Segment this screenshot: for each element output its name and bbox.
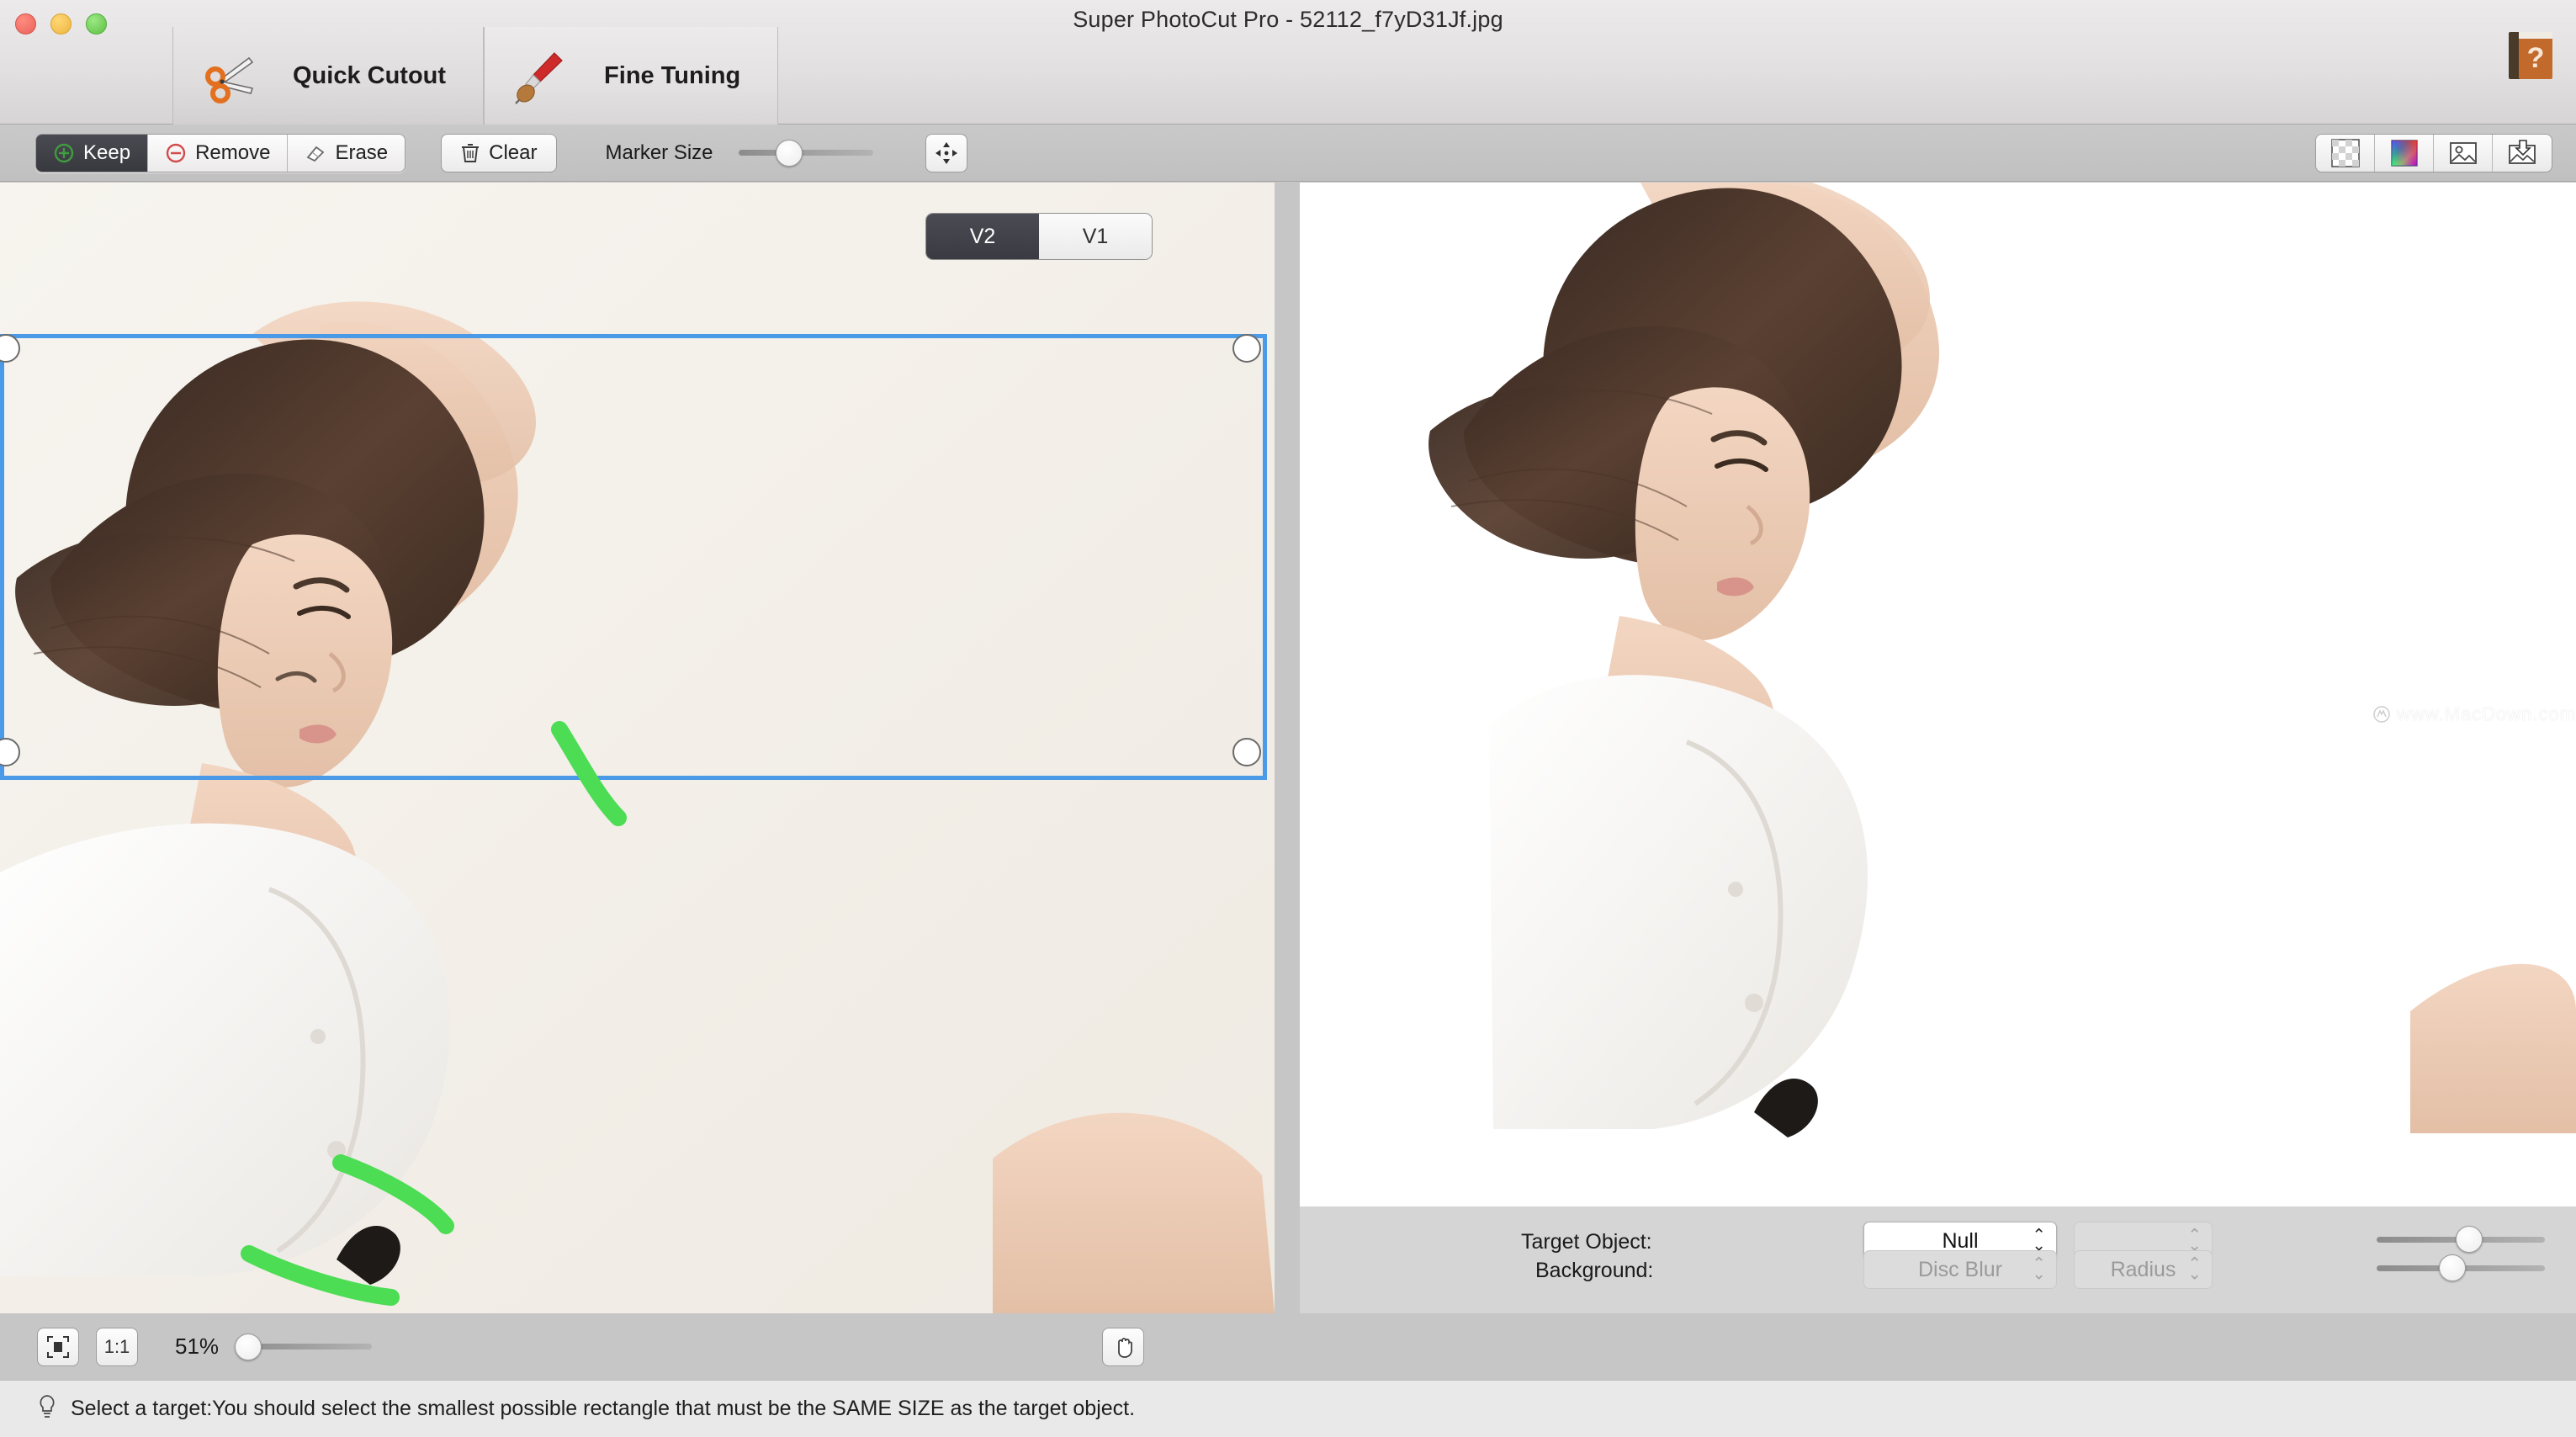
actual-size-label: 1:1 — [103, 1335, 130, 1357]
chevron-updown-icon: ⌃ ⌄ — [2032, 1226, 2046, 1255]
marker-size-slider[interactable] — [738, 139, 873, 167]
tab-quick-cutout-label: Quick Cutout — [293, 61, 447, 89]
eraser-icon — [307, 146, 325, 162]
clear-label: Clear — [489, 141, 538, 164]
keep-button[interactable]: Keep — [36, 134, 149, 172]
erase-button[interactable]: Erase — [288, 134, 405, 172]
result-canvas — [1300, 183, 2576, 1206]
background-slider[interactable] — [2377, 1254, 2545, 1282]
move-arrows-icon — [935, 141, 957, 164]
transparency-checker-icon — [2330, 138, 2360, 167]
version-v2-button[interactable]: V2 — [926, 214, 1039, 259]
actual-size-button[interactable]: 1:1 — [96, 1327, 138, 1366]
tab-bar: Quick Cutout Fine Tuning — [172, 27, 779, 125]
plus-circle-icon — [54, 143, 74, 162]
tab-fine-tuning-label: Fine Tuning — [604, 61, 741, 89]
status-message: Select a target:You should select the sm… — [71, 1397, 1136, 1420]
keep-label: Keep — [83, 141, 131, 164]
version-v1-button[interactable]: V1 — [1039, 214, 1152, 259]
trash-icon — [462, 143, 480, 162]
background-thumb[interactable] — [2439, 1254, 2466, 1281]
mode-segmented-control: Keep Remove Erase — [35, 133, 406, 172]
erase-label: Erase — [335, 141, 389, 164]
help-book-icon: ? — [2509, 32, 2552, 79]
background-radius-select[interactable]: Radius ⌃ ⌄ — [2074, 1250, 2213, 1289]
move-tool-button[interactable] — [925, 133, 967, 172]
title-bar: Super PhotoCut Pro - 52112_f7yD31Jf.jpg … — [0, 0, 2576, 125]
app-window: Super PhotoCut Pro - 52112_f7yD31Jf.jpg … — [0, 0, 2576, 1437]
selection-rectangle[interactable] — [0, 334, 1267, 780]
background-radius-value: Radius — [2110, 1257, 2176, 1281]
selection-handle-top-right[interactable] — [1232, 334, 1261, 363]
marker-size-label: Marker Size — [605, 141, 713, 164]
svg-text:?: ? — [2527, 42, 2545, 74]
target-object-slider[interactable] — [2377, 1225, 2545, 1254]
zoom-slider[interactable] — [234, 1333, 373, 1361]
tab-quick-cutout[interactable]: Quick Cutout — [172, 27, 485, 125]
hand-pan-icon — [1118, 1337, 1132, 1358]
zoom-thumb[interactable] — [234, 1333, 262, 1360]
image-view-button[interactable] — [2434, 134, 2493, 172]
view-tools-group — [2315, 133, 2552, 172]
pan-tool-button[interactable] — [1102, 1327, 1144, 1366]
image-icon — [2449, 141, 2477, 164]
chevron-updown-icon: ⌃ ⌄ — [2187, 1226, 2202, 1255]
help-button[interactable]: ? — [2504, 27, 2557, 84]
transparency-button[interactable] — [2316, 134, 2375, 172]
remove-label: Remove — [195, 141, 271, 164]
version-toggle: V2 V1 — [925, 213, 1153, 260]
tab-fine-tuning[interactable]: Fine Tuning — [484, 27, 779, 125]
result-photo — [1428, 183, 2576, 1137]
scissors-icon — [197, 45, 259, 107]
status-bar: Select a target:You should select the sm… — [0, 1380, 2576, 1437]
source-canvas[interactable] — [0, 183, 1275, 1313]
target-object-thumb[interactable] — [2456, 1226, 2483, 1253]
chevron-updown-icon: ⌃ ⌄ — [2032, 1254, 2046, 1284]
background-effect-select[interactable]: Disc Blur ⌃ ⌄ — [1863, 1250, 2057, 1289]
remove-button[interactable]: Remove — [148, 134, 289, 172]
paintbrush-icon — [508, 45, 570, 107]
pane-divider[interactable] — [1275, 183, 1300, 1313]
bottom-filler-bar — [1300, 1313, 2576, 1380]
lightbulb-icon — [37, 1394, 57, 1424]
save-image-button[interactable] — [2493, 134, 2552, 172]
marker-size-track — [738, 150, 873, 156]
chevron-updown-icon: ⌃ ⌄ — [2187, 1254, 2202, 1284]
zoom-bar: 1:1 51% — [0, 1313, 1300, 1380]
minus-circle-icon — [166, 143, 186, 162]
fit-to-screen-button[interactable] — [37, 1327, 79, 1366]
save-image-icon — [2509, 139, 2536, 164]
main-toolbar: Keep Remove Erase Clear Marker Size — [0, 125, 2576, 182]
zoom-percent: 51% — [175, 1334, 220, 1359]
background-label: Background: — [1535, 1259, 1654, 1282]
fit-to-screen-icon — [47, 1335, 69, 1358]
color-picker-button[interactable] — [2375, 134, 2434, 172]
selection-handle-bottom-right[interactable] — [1232, 738, 1261, 766]
background-effect-value: Disc Blur — [1917, 1257, 2002, 1281]
color-wheel-icon — [2390, 139, 2418, 167]
marker-size-thumb[interactable] — [776, 139, 803, 167]
options-panel: Target Object: Null ⌃ ⌄ ⌃ ⌄ Background: Di… — [1300, 1206, 2576, 1313]
target-object-label: Target Object: — [1521, 1230, 1652, 1254]
clear-button[interactable]: Clear — [441, 133, 557, 172]
